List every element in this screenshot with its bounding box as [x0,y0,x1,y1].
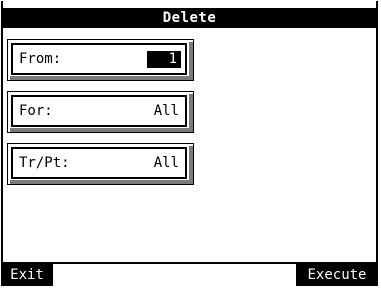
for-value[interactable]: All [154,97,179,125]
function-bar: Exit Execute [1,262,378,286]
execute-button[interactable]: Execute [296,264,378,286]
screen-title: Delete [1,8,378,28]
for-parameter[interactable]: For: All [7,91,194,133]
from-parameter-field[interactable]: From: 1 [11,43,187,75]
from-value[interactable]: 1 [146,51,181,68]
exit-button[interactable]: Exit [1,264,53,286]
from-label: From: [19,51,62,67]
track-part-value[interactable]: All [154,149,179,177]
from-parameter[interactable]: From: 1 [7,39,194,81]
for-parameter-field[interactable]: For: All [11,95,187,127]
track-part-label: Tr/Pt: [19,155,70,171]
track-part-parameter-field[interactable]: Tr/Pt: All [11,147,187,179]
track-part-parameter[interactable]: Tr/Pt: All [7,143,194,185]
delete-screen: Delete From: 1 For: All Tr/Pt: All Exit … [0,0,381,289]
for-label: For: [19,103,53,119]
